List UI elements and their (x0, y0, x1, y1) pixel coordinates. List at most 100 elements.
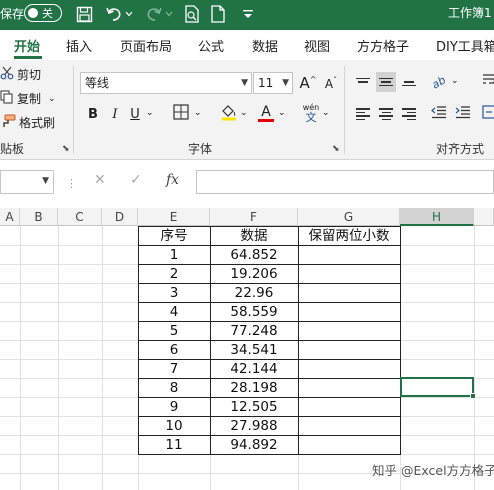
cut-button[interactable]: 剪切 (0, 66, 41, 83)
fill-color-dropdown-icon[interactable]: ⌄ (240, 108, 248, 118)
column-header-d[interactable]: D (102, 208, 138, 226)
font-color-button[interactable]: A (255, 103, 277, 125)
customize-toolbar-icon[interactable] (238, 4, 258, 24)
phonetic-guide-button[interactable]: wén 文 (300, 102, 322, 124)
new-document-icon[interactable] (208, 4, 228, 24)
cell-value[interactable]: 19.206 (210, 265, 298, 283)
orientation-button[interactable]: ab (428, 71, 450, 93)
tab-insert[interactable]: 插入 (66, 36, 92, 55)
cancel-icon[interactable]: ✕ (94, 172, 106, 188)
borders-button[interactable] (170, 103, 192, 125)
bottom-align-button[interactable] (399, 72, 419, 92)
align-center-button[interactable] (376, 104, 396, 124)
column-header-e[interactable]: E (138, 208, 210, 226)
fill-handle[interactable] (470, 393, 476, 399)
font-size-value: 11 (258, 76, 274, 90)
column-header-a[interactable]: A (0, 208, 20, 226)
font-name-dropdown[interactable]: 等线 ▼ (80, 72, 252, 94)
cell-value[interactable]: 64.852 (210, 246, 298, 264)
cell-value[interactable]: 28.198 (210, 379, 298, 397)
shrink-font-icon: Aˇ (324, 75, 338, 91)
cell-value[interactable]: 58.559 (210, 303, 298, 321)
italic-button[interactable]: I (104, 103, 126, 125)
enter-icon[interactable]: ✓ (130, 172, 142, 188)
cell-seq[interactable]: 3 (138, 284, 210, 302)
formula-bar: ▼ ⋮ ✕ ✓ fx (0, 168, 494, 198)
name-box[interactable]: ▼ (0, 170, 54, 194)
header-seq[interactable]: 序号 (138, 227, 210, 245)
fill-color-button[interactable] (218, 103, 240, 125)
cell-seq[interactable]: 4 (138, 303, 210, 321)
increase-indent-button[interactable] (452, 103, 474, 125)
column-header-f[interactable]: F (210, 208, 298, 226)
cell-seq[interactable]: 5 (138, 322, 210, 340)
print-preview-icon[interactable] (182, 4, 202, 24)
phonetic-dropdown-icon[interactable]: ⌄ (322, 108, 330, 118)
active-cell-selection[interactable] (400, 377, 476, 399)
wrap-text-button[interactable] (478, 71, 494, 93)
undo-dropdown-icon[interactable] (124, 4, 134, 24)
tab-diy-toolbox[interactable]: DIY工具箱 (436, 36, 494, 55)
gridline (20, 226, 21, 490)
tab-formulas[interactable]: 公式 (198, 36, 224, 55)
cell-seq[interactable]: 10 (138, 417, 210, 435)
cell-value[interactable]: 27.988 (210, 417, 298, 435)
cell-seq[interactable]: 7 (138, 360, 210, 378)
cell-seq[interactable]: 1 (138, 246, 210, 264)
cell-seq[interactable]: 6 (138, 341, 210, 359)
header-two-decimals[interactable]: 保留两位小数 (298, 227, 400, 245)
borders-dropdown-icon[interactable]: ⌄ (194, 108, 202, 118)
paintbrush-icon (0, 114, 16, 131)
cell-value[interactable]: 22.96 (210, 284, 298, 302)
font-size-dropdown[interactable]: 11 ▼ (253, 72, 293, 94)
cell-seq[interactable]: 2 (138, 265, 210, 283)
insert-function-icon[interactable]: fx (166, 172, 179, 188)
bold-button[interactable]: B (82, 103, 104, 125)
copy-button[interactable]: 复制 ⌄ (0, 90, 56, 107)
decrease-indent-button[interactable] (428, 103, 450, 125)
cell-value[interactable]: 42.144 (210, 360, 298, 378)
middle-align-button[interactable] (376, 72, 396, 92)
clipboard-dialog-launcher-icon[interactable]: ⬊ (62, 144, 70, 154)
cell-seq[interactable]: 8 (138, 379, 210, 397)
column-header-g[interactable]: G (298, 208, 400, 226)
underline-button[interactable]: U (124, 103, 146, 125)
undo-icon[interactable] (104, 4, 124, 24)
cell-value[interactable]: 77.248 (210, 322, 298, 340)
font-dialog-launcher-icon[interactable]: ⬊ (332, 144, 340, 154)
tab-data[interactable]: 数据 (252, 36, 278, 55)
gridline (58, 226, 59, 490)
chevron-down-icon: ▼ (241, 78, 248, 88)
merge-center-button[interactable] (478, 103, 494, 125)
column-header-h[interactable]: H (400, 208, 474, 226)
column-header-b[interactable]: B (20, 208, 58, 226)
shrink-font-button[interactable]: Aˇ (320, 72, 342, 94)
header-data[interactable]: 数据 (210, 227, 298, 245)
grow-font-button[interactable]: A^ (297, 72, 319, 94)
copy-dropdown-icon[interactable]: ⌄ (48, 94, 56, 104)
formula-input[interactable] (196, 170, 494, 194)
redo-dropdown-icon[interactable] (164, 4, 174, 24)
formula-bar-grip-icon[interactable]: ⋮ (66, 177, 77, 190)
redo-icon[interactable] (144, 4, 164, 24)
align-left-button[interactable] (353, 104, 373, 124)
column-header-c[interactable]: C (58, 208, 102, 226)
tab-page-layout[interactable]: 页面布局 (120, 36, 172, 55)
font-color-dropdown-icon[interactable]: ⌄ (278, 108, 286, 118)
cell-value[interactable]: 94.892 (210, 436, 298, 454)
tab-fangfanggezi[interactable]: 方方格子 (357, 36, 409, 55)
underline-dropdown-icon[interactable]: ⌄ (146, 108, 154, 118)
save-icon[interactable] (74, 4, 94, 24)
autosave-toggle[interactable]: 关 (24, 4, 62, 22)
format-painter-button[interactable]: 格式刷 (0, 114, 55, 131)
cell-seq[interactable]: 11 (138, 436, 210, 454)
ribbon-tabs: 开始 插入 页面布局 公式 数据 视图 方方格子 DIY工具箱 (0, 30, 494, 60)
top-align-button[interactable] (353, 72, 373, 92)
cell-value[interactable]: 34.541 (210, 341, 298, 359)
orientation-dropdown-icon[interactable]: ⌄ (451, 76, 459, 86)
cell-value[interactable]: 12.505 (210, 398, 298, 416)
tab-home[interactable]: 开始 (14, 36, 40, 55)
cell-seq[interactable]: 9 (138, 398, 210, 416)
tab-view[interactable]: 视图 (304, 36, 330, 55)
align-right-button[interactable] (399, 104, 419, 124)
